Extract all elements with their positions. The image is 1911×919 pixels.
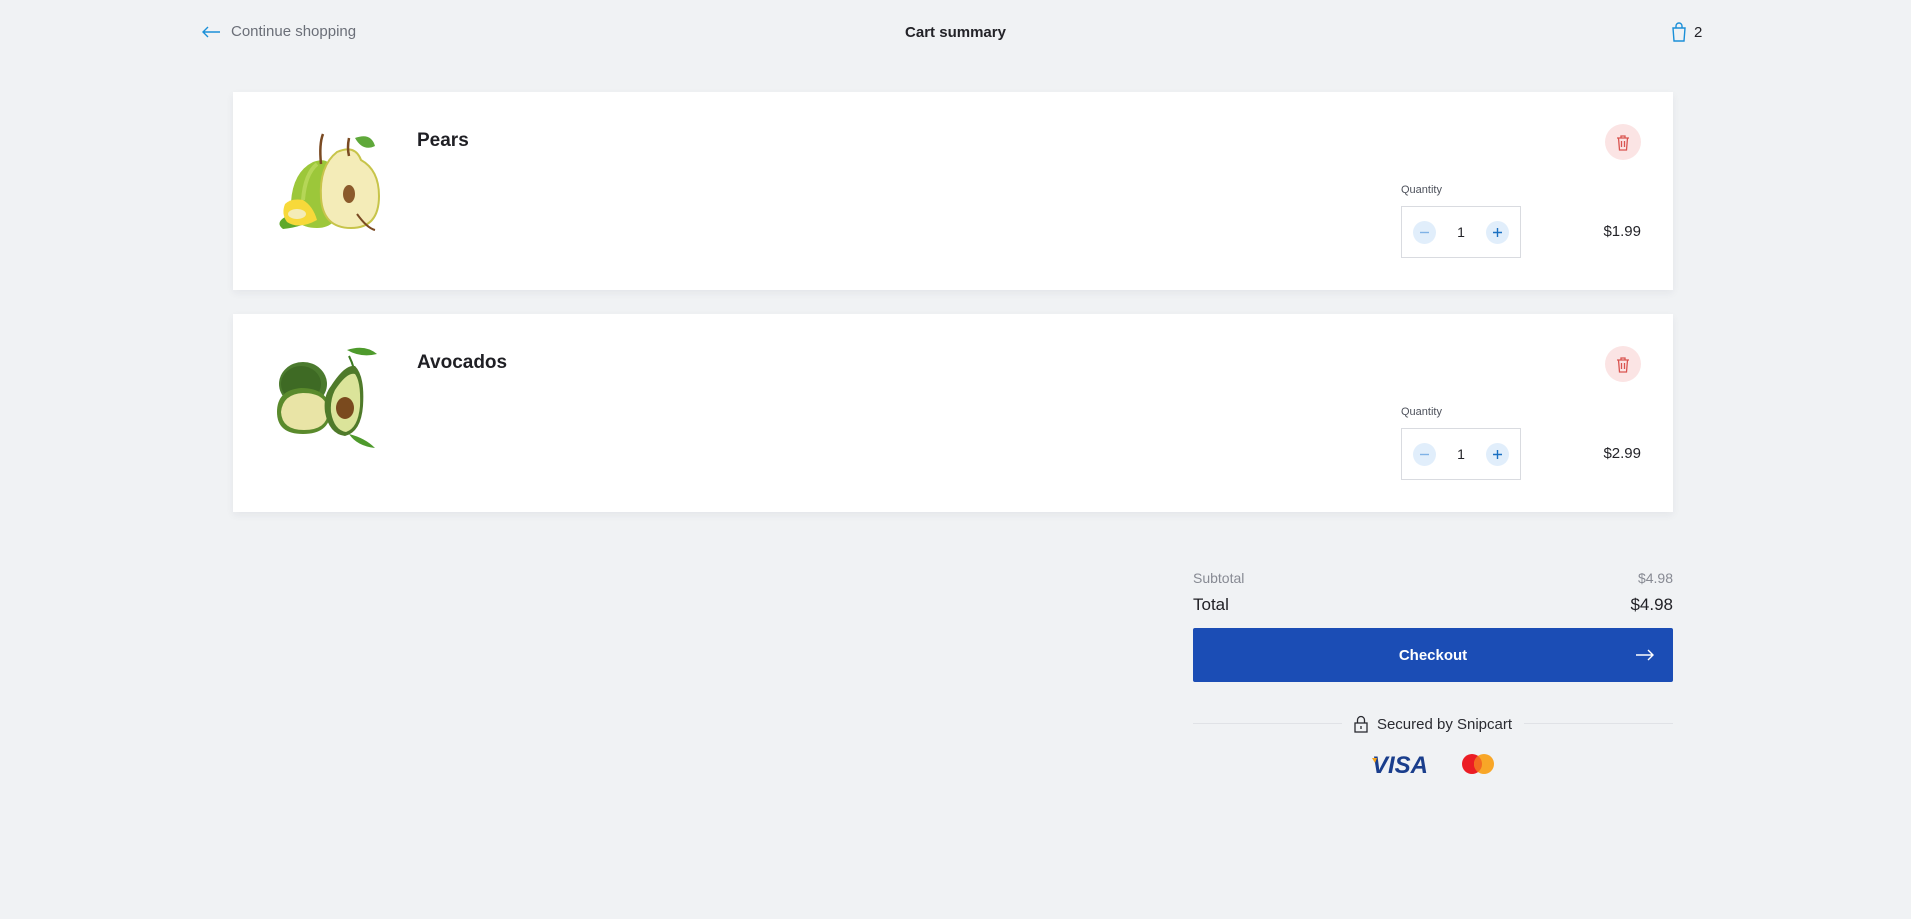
quantity-value: 1	[1457, 224, 1465, 240]
avocados-image	[277, 347, 377, 448]
cart-count: 2	[1694, 23, 1703, 41]
visa-logo-text: VISA	[1372, 752, 1428, 776]
quantity-stepper: 1	[1401, 428, 1521, 480]
quantity-value: 1	[1457, 446, 1465, 462]
lock-icon	[1354, 715, 1368, 733]
decrease-quantity-button[interactable]	[1413, 442, 1436, 466]
remove-item-button[interactable]	[1605, 346, 1641, 382]
subtotal-label: Subtotal	[1193, 570, 1245, 586]
checkout-button[interactable]: Checkout	[1193, 628, 1673, 682]
quantity-label: Quantity	[1401, 406, 1442, 418]
payment-methods: VISA	[1193, 752, 1673, 776]
subtotal-value: $4.98	[1637, 570, 1673, 586]
plus-icon	[1492, 227, 1502, 237]
pears-image	[279, 133, 381, 231]
remove-item-button[interactable]	[1605, 124, 1641, 160]
trash-icon	[1617, 134, 1629, 151]
continue-shopping-label: Continue shopping	[231, 23, 357, 40]
trash-icon	[1617, 356, 1629, 373]
secured-by-snipcart: Secured by Snipcart	[1193, 712, 1673, 736]
arrow-left-icon	[202, 26, 220, 37]
item-name: Avocados	[417, 352, 508, 373]
plus-icon	[1492, 449, 1502, 459]
shopping-bag-icon	[1672, 22, 1686, 42]
continue-shopping-link[interactable]: Continue shopping	[201, 23, 356, 40]
item-price: $2.99	[1603, 445, 1641, 462]
cart-summary: Subtotal $4.98 Total $4.98 Checkout Secu…	[1193, 566, 1673, 776]
secured-label: Secured by Snipcart	[1376, 715, 1513, 733]
mastercard-logo	[1462, 754, 1494, 774]
arrow-right-icon	[1636, 649, 1654, 661]
minus-icon	[1420, 453, 1429, 455]
subtotal-row: Subtotal $4.98	[1193, 566, 1673, 590]
quantity-label: Quantity	[1401, 184, 1442, 196]
checkout-label: Checkout	[1398, 646, 1468, 664]
increase-quantity-button[interactable]	[1485, 220, 1509, 244]
secured-badge: Secured by Snipcart	[1341, 715, 1525, 733]
total-value: $4.98	[1630, 595, 1673, 614]
quantity-stepper: 1	[1401, 206, 1521, 258]
visa-logo: VISA	[1372, 752, 1428, 776]
cart-item: Pears Quantity 1 $1.99	[233, 92, 1673, 290]
cart-header: Continue shopping Cart summary 2	[0, 0, 1911, 68]
decrease-quantity-button[interactable]	[1413, 220, 1436, 244]
cart-count-button[interactable]: 2	[1671, 22, 1702, 42]
increase-quantity-button[interactable]	[1485, 442, 1509, 466]
total-row: Total $4.98	[1193, 590, 1673, 620]
item-price: $1.99	[1603, 223, 1641, 240]
item-name: Pears	[417, 130, 469, 151]
cart-item: Avocados Quantity 1 $2.99	[233, 314, 1673, 512]
total-label: Total	[1193, 595, 1229, 614]
minus-icon	[1420, 231, 1429, 233]
